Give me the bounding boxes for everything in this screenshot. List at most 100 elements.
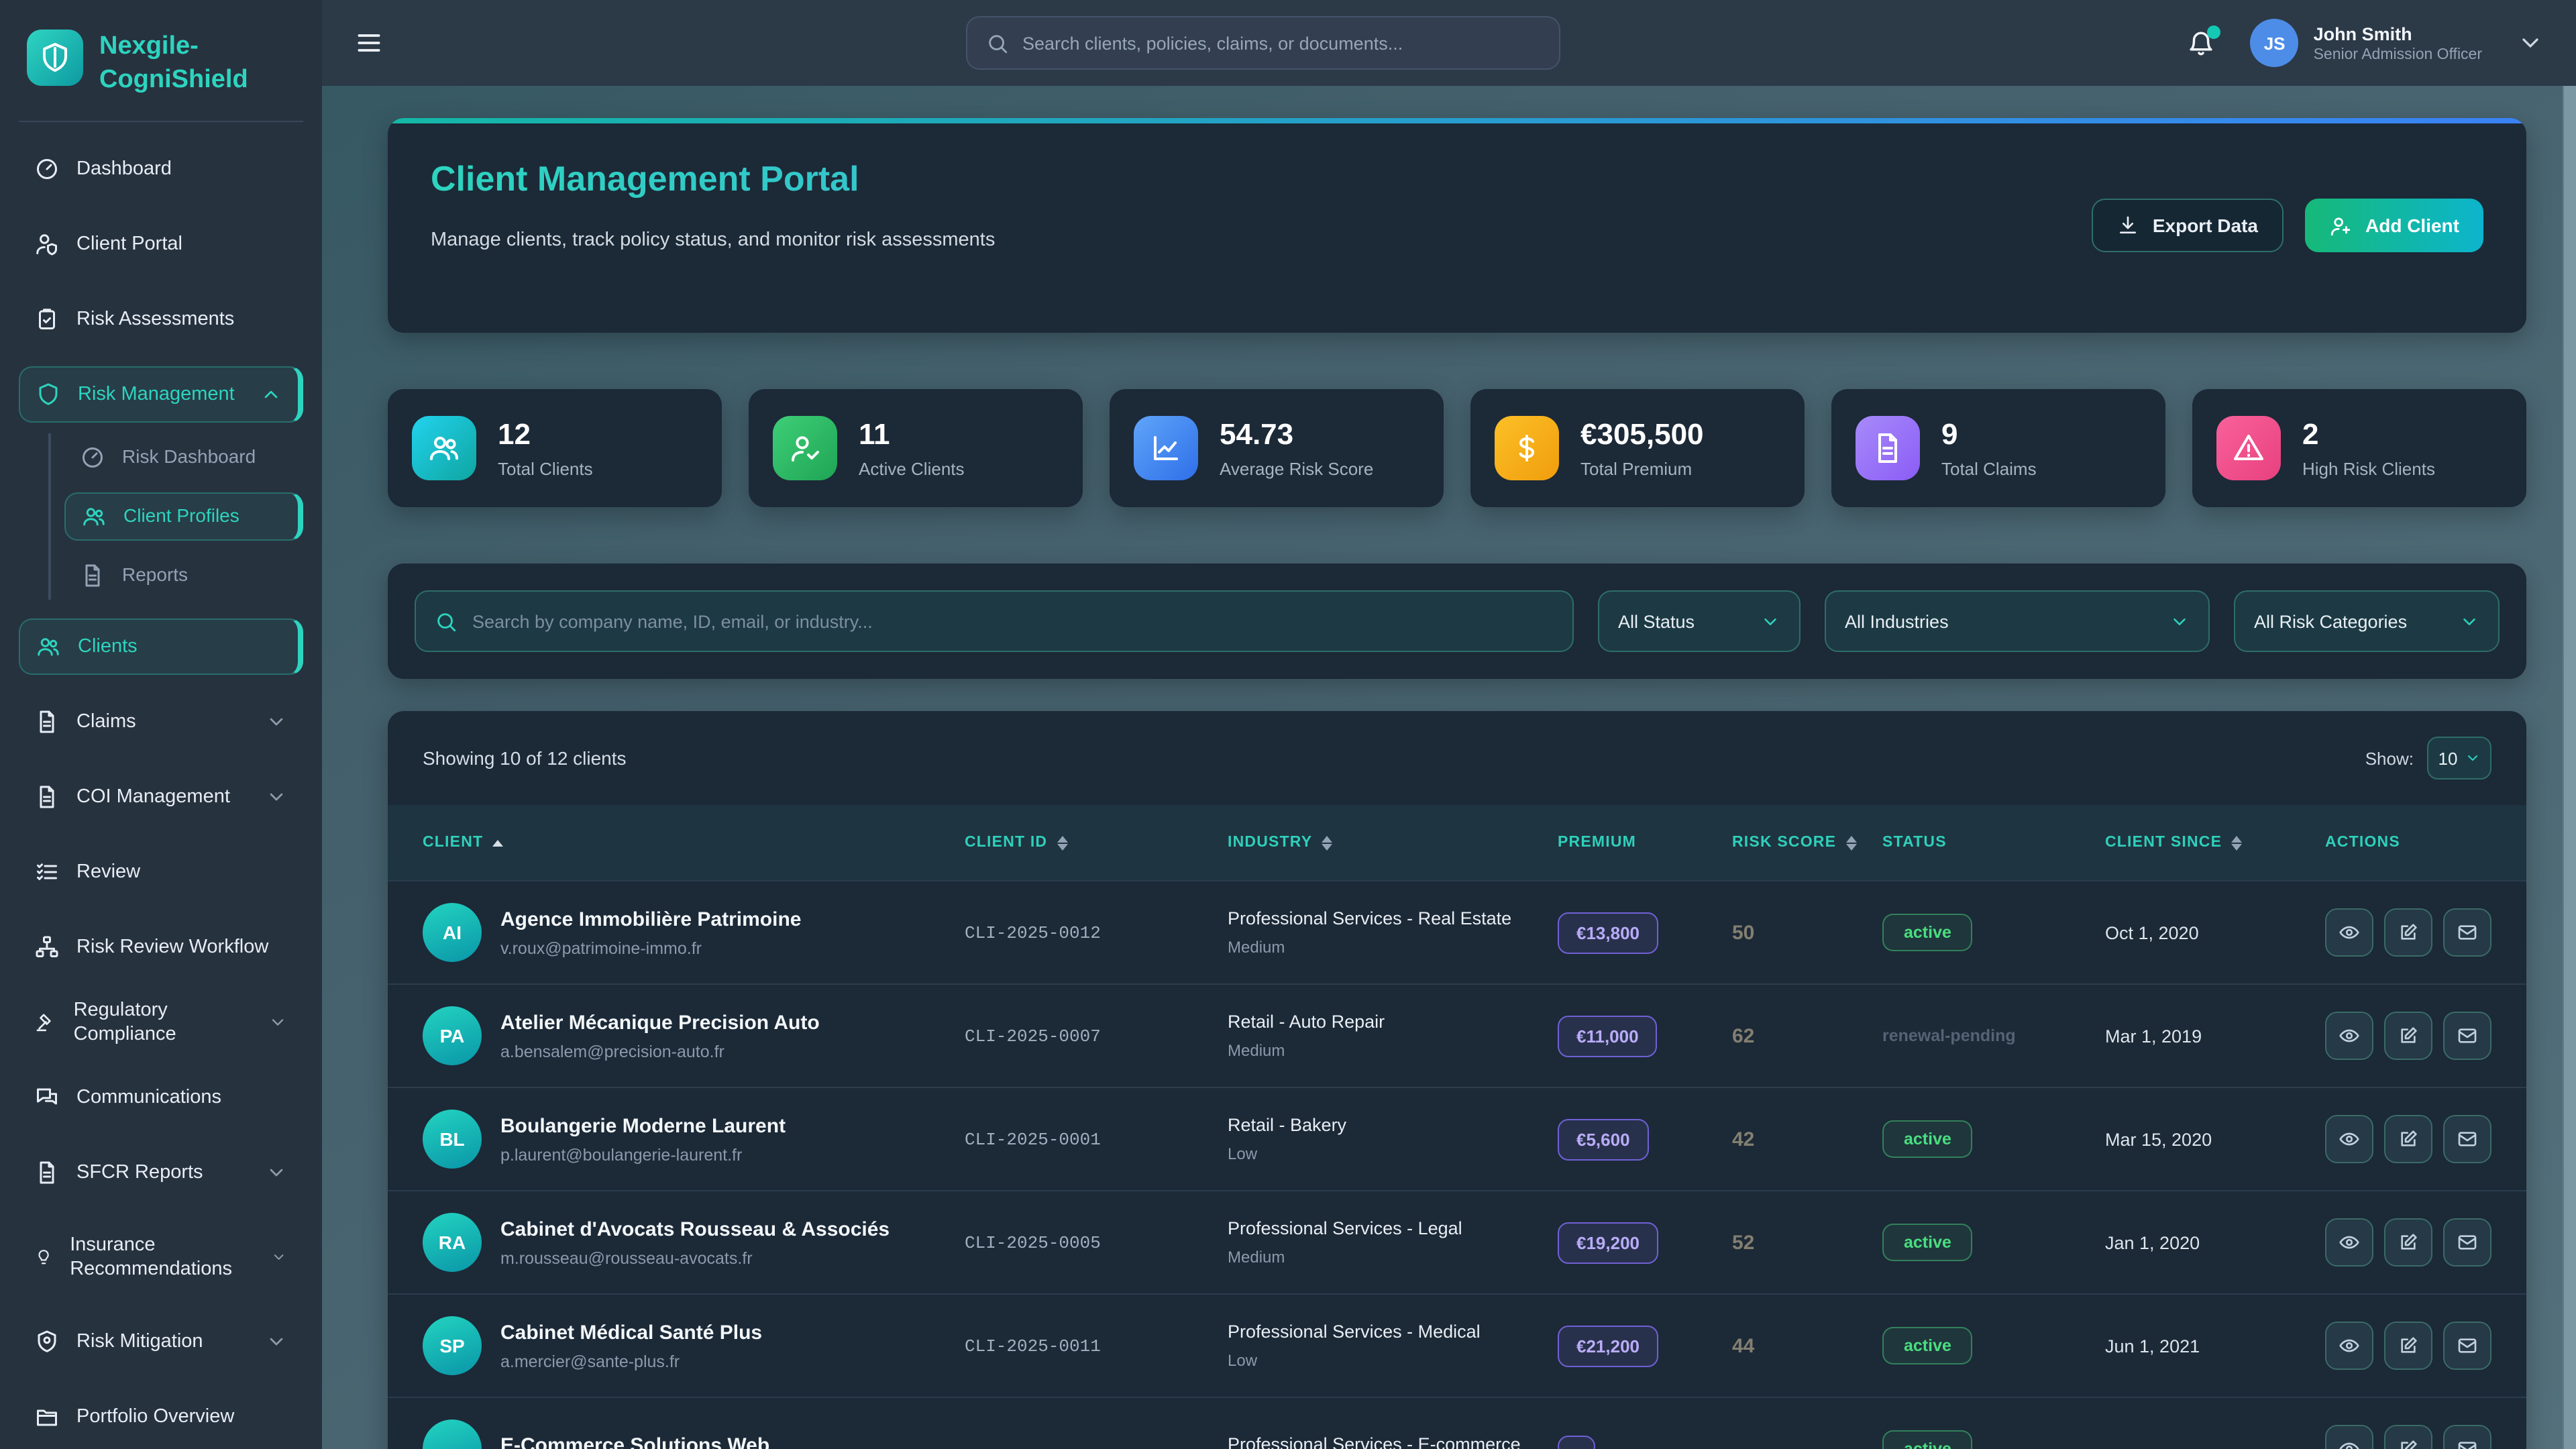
email-button[interactable] <box>2443 1322 2491 1370</box>
stat-text: €305,500 Total Premium <box>1580 417 1704 479</box>
sidebar-subitem-reports[interactable]: Reports <box>64 551 303 600</box>
risk-category-filter-select[interactable]: All Risk Categories <box>2234 590 2500 652</box>
global-search-input[interactable] <box>1022 33 1540 53</box>
notifications-bell-icon[interactable] <box>2188 25 2221 57</box>
user-menu-chevron-down-icon[interactable] <box>2517 30 2544 56</box>
client-filter-search[interactable] <box>415 590 1574 652</box>
client-filter-search-input[interactable] <box>472 611 1554 631</box>
table-row: PA Atelier Mécanique Precision Auto a.bens… <box>388 983 2526 1087</box>
sidebar-item-risk-management[interactable]: Risk Management <box>19 366 303 423</box>
sidebar-item-clients[interactable]: Clients <box>19 619 303 676</box>
chevron-down-icon <box>2459 611 2479 631</box>
sidebar-subitem-client-profiles[interactable]: Client Profiles <box>64 492 303 541</box>
sidebar-item-review[interactable]: Review <box>19 844 303 900</box>
view-button[interactable] <box>2325 1115 2373 1163</box>
edit-button[interactable] <box>2384 908 2432 957</box>
sidebar-item-dashboard[interactable]: Dashboard <box>19 141 303 197</box>
global-search[interactable] <box>966 16 1560 70</box>
email-button[interactable] <box>2443 1115 2491 1163</box>
email-button[interactable] <box>2443 908 2491 957</box>
view-button[interactable] <box>2325 1425 2373 1449</box>
sidebar-item-coi-management[interactable]: COI Management <box>19 769 303 825</box>
sidebar-item-sfcr-reports[interactable]: SFCR Reports <box>19 1144 303 1201</box>
topbar: JS John Smith Senior Admission Officer <box>322 0 2576 86</box>
column-header-premium: Premium <box>1558 835 1732 851</box>
edit-button[interactable] <box>2384 1012 2432 1060</box>
edit-button[interactable] <box>2384 1115 2432 1163</box>
sidebar-item-regulatory-compliance[interactable]: Regulatory Compliance <box>19 994 303 1051</box>
sidebar-item-client-portal[interactable]: Client Portal <box>19 216 303 272</box>
gavel-icon <box>35 1010 56 1034</box>
column-header-industry[interactable]: Industry <box>1228 835 1558 851</box>
file-icon <box>35 1161 59 1185</box>
main-content: Client Management Portal Manage clients,… <box>322 86 2576 1449</box>
column-header-risk-score[interactable]: Risk Score <box>1732 835 1882 851</box>
file-icon <box>35 710 59 734</box>
file-icon <box>35 785 59 809</box>
client-id: CLI-2025-0001 <box>965 1129 1101 1149</box>
edit-button[interactable] <box>2384 1322 2432 1370</box>
edit-button[interactable] <box>2384 1425 2432 1449</box>
client-name-block: Agence Immobilière Patrimoine v.roux@patr… <box>500 908 801 957</box>
client-since: Jan 1, 2020 <box>2105 1232 2200 1252</box>
show-label: Show: <box>2365 748 2414 768</box>
chevron-up-icon <box>260 384 282 405</box>
export-data-button[interactable]: Export Data <box>2092 199 2284 252</box>
column-header-client[interactable]: Client <box>423 835 965 851</box>
users-icon <box>36 635 60 659</box>
column-header-client-since[interactable]: Client Since <box>2105 835 2325 851</box>
edit-button[interactable] <box>2384 1218 2432 1267</box>
sidebar-item-portfolio-overview[interactable]: Portfolio Overview <box>19 1389 303 1445</box>
email-button[interactable] <box>2443 1012 2491 1060</box>
users-icon <box>412 416 476 480</box>
email-button[interactable] <box>2443 1425 2491 1449</box>
edit-icon <box>2398 922 2419 943</box>
file-icon <box>1872 432 1904 464</box>
sort-icon <box>2231 835 2243 850</box>
download-icon <box>2118 215 2139 236</box>
view-button[interactable] <box>2325 1218 2373 1267</box>
table-header-row: Client Client ID Industry Premium Risk Score… <box>388 805 2526 880</box>
page-scrollbar[interactable] <box>2563 86 2576 1449</box>
sidebar-subitem-risk-dashboard[interactable]: Risk Dashboard <box>64 433 303 482</box>
file-icon <box>1856 416 1920 480</box>
view-button[interactable] <box>2325 1012 2373 1060</box>
client-email: v.roux@patrimoine-immo.fr <box>500 938 702 957</box>
client-name: Atelier Mécanique Precision Auto <box>500 1011 820 1034</box>
menu-icon[interactable] <box>354 28 384 58</box>
industry-filter-select[interactable]: All Industries <box>1825 590 2210 652</box>
eye-icon <box>2339 1335 2360 1356</box>
view-button[interactable] <box>2325 908 2373 957</box>
add-client-button[interactable]: Add Client <box>2305 199 2483 252</box>
industry-name: Retail - Bakery <box>1228 1114 1347 1135</box>
industry-cell: Retail - Bakery Low <box>1228 1114 1558 1164</box>
sidebar-item-claims[interactable]: Claims <box>19 694 303 750</box>
actions-cell <box>2325 1218 2491 1267</box>
user-plus-icon <box>2329 214 2352 237</box>
mail-icon <box>2457 922 2478 943</box>
client-avatar <box>423 1419 482 1449</box>
stat-label: Total Claims <box>1941 459 2037 479</box>
column-header-client-id[interactable]: Client ID <box>965 835 1228 851</box>
sidebar-item-insurance-recommendations[interactable]: Insurance Recommendations <box>19 1220 303 1295</box>
sidebar: Nexgile-CogniShield Dashboard Client Port… <box>0 0 322 1449</box>
sidebar-item-risk-mitigation[interactable]: Risk Mitigation <box>19 1313 303 1370</box>
client-since: Mar 1, 2019 <box>2105 1026 2202 1046</box>
sidebar-item-communications[interactable]: Communications <box>19 1069 303 1126</box>
mail-icon <box>2457 1128 2478 1150</box>
client-name: Boulangerie Moderne Laurent <box>500 1114 786 1137</box>
status-filter-select[interactable]: All Status <box>1598 590 1801 652</box>
sidebar-item-label: Communications <box>76 1087 221 1109</box>
column-header-actions: Actions <box>2325 835 2491 851</box>
client-email: m.rousseau@rousseau-avocats.fr <box>500 1248 753 1267</box>
sidebar-item-risk-review-workflow[interactable]: Risk Review Workflow <box>19 919 303 975</box>
view-button[interactable] <box>2325 1322 2373 1370</box>
sidebar-item-label: Clients <box>78 636 138 658</box>
client-id: CLI-2025-0011 <box>965 1336 1101 1356</box>
sidebar-item-risk-assessments[interactable]: Risk Assessments <box>19 291 303 347</box>
page-size-select[interactable]: 10 <box>2427 737 2491 780</box>
user-menu[interactable]: JS John Smith Senior Admission Officer <box>2250 19 2482 67</box>
email-button[interactable] <box>2443 1218 2491 1267</box>
client-management-app: Nexgile-CogniShield Dashboard Client Port… <box>0 0 2576 1449</box>
chevron-down-icon <box>272 1246 287 1268</box>
